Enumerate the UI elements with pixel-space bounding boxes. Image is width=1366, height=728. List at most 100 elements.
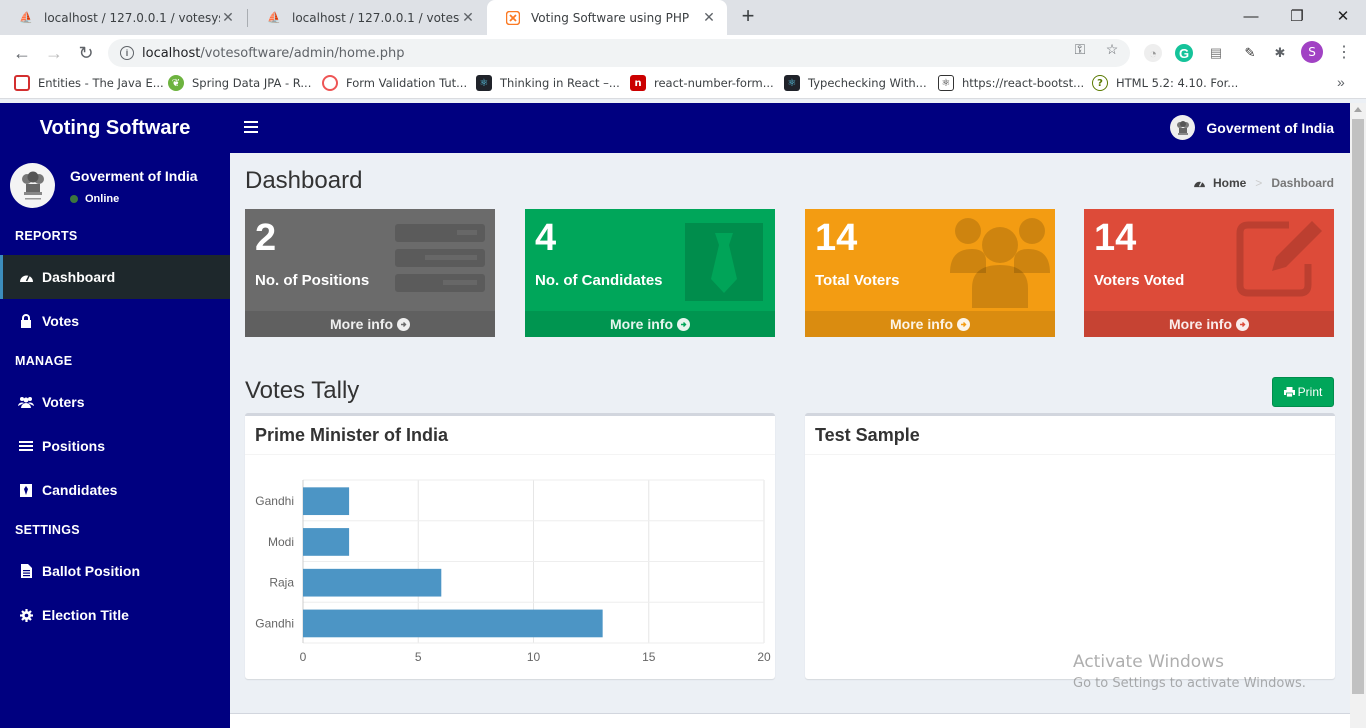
page-scrollbar[interactable] <box>1350 103 1366 728</box>
box-divider <box>245 454 775 455</box>
page-title: Dashboard <box>245 167 363 194</box>
tab-title: localhost / 127.0.0.1 / votesystem <box>292 10 460 25</box>
breadcrumb-home-label: Home <box>1212 176 1247 190</box>
react-icon: ⚛ <box>476 75 492 91</box>
oracle-icon <box>14 75 30 91</box>
dashboard-icon <box>1194 181 1205 188</box>
tab-close-icon[interactable]: ✕ <box>220 10 236 26</box>
reload-button[interactable]: ↻ <box>74 41 98 65</box>
chart-tick-label: 0 <box>300 650 307 664</box>
more-info-link[interactable]: More info <box>245 311 495 337</box>
bookmarks-overflow-icon[interactable]: » <box>1337 74 1345 90</box>
bookmarks-bar: Entities - The Java E... ❦ Spring Data JP… <box>0 70 1366 99</box>
breadcrumb-home[interactable]: Home <box>1193 176 1246 190</box>
bookmark-item[interactable]: n react-number-form... <box>630 75 774 91</box>
sidebar-item-dashboard[interactable]: Dashboard <box>0 255 230 299</box>
site-info-icon[interactable]: i <box>120 46 134 60</box>
tab-close-icon[interactable]: ✕ <box>460 10 476 26</box>
breadcrumb-separator: > <box>1255 176 1263 190</box>
votes-bar-chart: Gandhi Modi Raja Gandhi 0 5 10 15 20 <box>255 479 771 664</box>
more-info-label: More info <box>330 316 393 332</box>
chart-tick-label: 10 <box>527 650 541 664</box>
new-tab-button[interactable]: + <box>736 5 760 29</box>
bookmark-item[interactable]: ⚛ https://react-bootst... <box>938 75 1084 91</box>
stat-box-total-voters: 14 Total Voters More info <box>805 209 1055 337</box>
bookmark-item[interactable]: ❦ Spring Data JPA - R... <box>168 75 311 91</box>
more-info-label: More info <box>890 316 953 332</box>
bookmark-label: Form Validation Tut... <box>346 76 468 90</box>
address-bar[interactable]: i localhost/votesoftware/admin/home.php <box>108 39 1130 67</box>
stat-label: No. of Positions <box>255 272 370 289</box>
browser-tab-2[interactable]: ⛵ localhost / 127.0.0.1 / votesystem ✕ <box>248 0 486 35</box>
cast-icon[interactable]: ▤ <box>1207 44 1225 62</box>
scroll-up-icon[interactable] <box>1354 107 1362 112</box>
print-button[interactable]: Print <box>1272 377 1334 407</box>
more-info-label: More info <box>1169 316 1232 332</box>
chart-bar <box>303 568 442 597</box>
sidebar-header-manage: MANAGE <box>15 354 73 368</box>
browser-menu-icon[interactable]: ⋮ <box>1336 42 1352 62</box>
browser-tab-3-active[interactable]: Voting Software using PHP ✕ <box>487 0 727 35</box>
sidebar-item-ballot-position[interactable]: Ballot Position <box>0 549 230 593</box>
sidebar: Goverment of India Online REPORTS Dashbo… <box>0 153 230 728</box>
print-icon <box>1283 387 1295 397</box>
sidebar-item-votes[interactable]: Votes <box>0 299 230 343</box>
tab-close-icon[interactable]: ✕ <box>701 10 717 26</box>
bookmark-star-icon[interactable]: ☆ <box>1104 41 1120 57</box>
arrow-circle-right-icon <box>397 317 410 331</box>
stat-label: Total Voters <box>815 272 900 289</box>
grammarly-icon[interactable]: G <box>1175 44 1193 62</box>
react-icon: ⚛ <box>784 75 800 91</box>
bookmark-item[interactable]: ⚛ Typechecking With... <box>784 75 927 91</box>
sidebar-item-election-title[interactable]: Election Title <box>0 593 230 637</box>
breadcrumb: Home > Dashboard <box>1193 176 1334 190</box>
sidebar-item-label: Election Title <box>42 607 129 623</box>
stat-value: 4 <box>535 217 557 259</box>
browser-tab-strip: ⛵ localhost / 127.0.0.1 / votesystem ✕ ⛵… <box>0 0 1366 35</box>
scrollbar-thumb[interactable] <box>1352 119 1364 694</box>
minimize-button[interactable]: — <box>1228 0 1274 32</box>
bookmark-item[interactable]: ? HTML 5.2: 4.10. For... <box>1092 75 1238 91</box>
url-host: localhost <box>142 45 201 61</box>
user-menu[interactable]: Goverment of India <box>1170 115 1334 140</box>
more-info-link[interactable]: More info <box>525 311 775 337</box>
more-info-link[interactable]: More info <box>1084 311 1334 337</box>
sidebar-toggle-icon[interactable] <box>244 121 258 133</box>
sidebar-item-candidates[interactable]: Candidates <box>0 468 230 512</box>
close-window-button[interactable]: ✕ <box>1320 0 1366 32</box>
key-icon[interactable]: ⚿ <box>1072 41 1088 57</box>
profile-avatar[interactable]: S <box>1301 41 1323 63</box>
chart-category-label: Modi <box>268 535 294 549</box>
status-text: Online <box>85 193 120 205</box>
more-info-link[interactable]: More info <box>805 311 1055 337</box>
form-tutorial-icon <box>322 75 338 91</box>
bookmark-item[interactable]: ⚛ Thinking in React –... <box>476 75 620 91</box>
sidebar-item-voters[interactable]: Voters <box>0 380 230 424</box>
browser-tab-1[interactable]: ⛵ localhost / 127.0.0.1 / votesystem ✕ <box>0 0 246 35</box>
sidebar-item-label: Candidates <box>42 482 118 498</box>
forward-button[interactable]: → <box>42 41 66 65</box>
bookmark-item[interactable]: Form Validation Tut... <box>322 75 467 91</box>
print-label: Print <box>1297 385 1323 399</box>
users-icon <box>18 394 34 410</box>
bookmark-label: Entities - The Java E... <box>38 76 164 90</box>
restore-button[interactable]: ❐ <box>1274 0 1320 32</box>
tab-title: localhost / 127.0.0.1 / votesystem <box>44 10 220 25</box>
bookmark-item[interactable]: Entities - The Java E... <box>14 75 164 91</box>
eyedropper-icon[interactable]: ✎ <box>1241 44 1259 62</box>
chart-category-label: Raja <box>269 576 294 590</box>
chart-box-prime-minister: Prime Minister of India Gandhi Modi Raja Ga… <box>245 413 775 679</box>
extension-icon[interactable]: ◔ <box>1144 44 1162 62</box>
user-top-name: Goverment of India <box>1206 119 1334 136</box>
extensions-puzzle-icon[interactable]: ✱ <box>1271 44 1289 62</box>
back-button[interactable]: ← <box>10 41 34 65</box>
spring-icon: ❦ <box>168 75 184 91</box>
app-logo[interactable]: Voting Software <box>0 103 230 153</box>
sidebar-item-positions[interactable]: Positions <box>0 424 230 468</box>
chart-box-test-sample: Test Sample <box>805 413 1335 679</box>
tasks-icon <box>18 438 34 454</box>
chart-bar <box>303 609 603 638</box>
main-content: Dashboard Home > Dashboard 2 No. of Posi… <box>230 153 1350 728</box>
edit-icon <box>1234 219 1324 309</box>
watermark-line2: Go to Settings to activate Windows. <box>1073 676 1306 691</box>
